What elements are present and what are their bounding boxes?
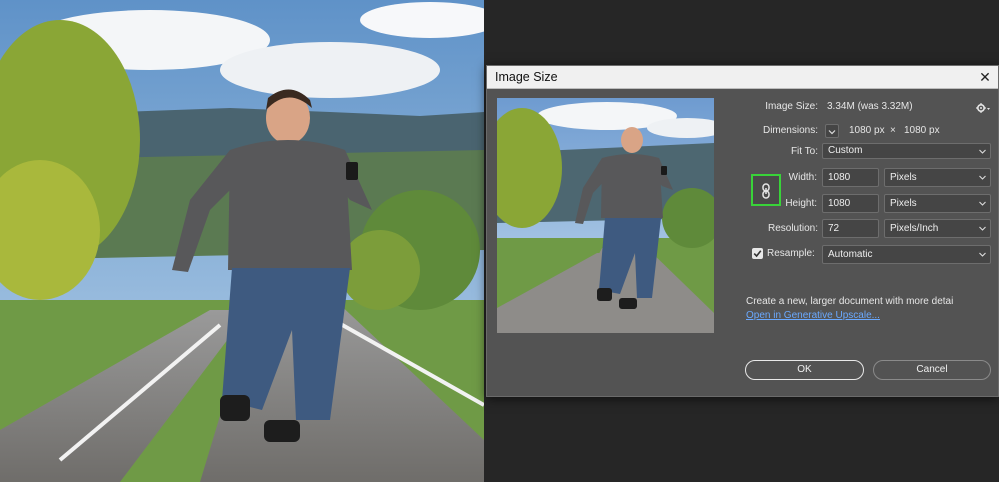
image-size-dialog: Image Size ✕ Image Size: 3.34M (was 3.32… (486, 65, 999, 397)
dimensions-separator: × (890, 125, 896, 136)
resample-label: Resample: (767, 248, 815, 259)
resample-checkbox[interactable] (752, 248, 763, 259)
resolution-unit-select[interactable]: Pixels/Inch (884, 219, 991, 238)
chain-link-icon (762, 183, 770, 199)
width-unit-select[interactable]: Pixels (884, 168, 991, 187)
checkmark-icon (753, 250, 762, 258)
image-size-value: 3.34M (was 3.32M) (827, 101, 913, 112)
dimensions-height: 1080 px (904, 125, 940, 136)
chevron-down-icon (979, 225, 986, 232)
chevron-down-icon (828, 130, 836, 135)
resample-method-select[interactable]: Automatic (822, 245, 991, 264)
gear-icon[interactable] (976, 101, 990, 113)
width-unit-value: Pixels (890, 172, 917, 183)
chevron-down-icon (979, 200, 986, 207)
chevron-down-icon (979, 148, 986, 155)
close-icon[interactable]: ✕ (976, 68, 994, 86)
fit-to-value: Custom (828, 145, 863, 156)
dialog-title: Image Size (495, 70, 558, 84)
document-canvas-photo (0, 0, 484, 482)
height-unit-value: Pixels (890, 198, 917, 209)
resolution-input[interactable]: 72 (822, 219, 879, 238)
image-preview[interactable] (497, 98, 714, 333)
cancel-button[interactable]: Cancel (873, 360, 991, 380)
resolution-label: Resolution: (767, 223, 818, 234)
height-label: Height: (785, 198, 817, 209)
chevron-down-icon (979, 174, 986, 181)
width-label: Width: (788, 172, 817, 183)
photoshop-workspace: Image Size ✕ Image Size: 3.34M (was 3.32… (0, 0, 999, 482)
height-input[interactable]: 1080 (822, 194, 879, 213)
dimensions-units-dropdown[interactable] (825, 124, 839, 138)
ok-button[interactable]: OK (745, 360, 864, 380)
width-input[interactable]: 1080 (822, 168, 879, 187)
resample-method-value: Automatic (828, 249, 873, 260)
generative-upscale-link[interactable]: Open in Generative Upscale... (746, 310, 880, 321)
dimensions-width: 1080 px (849, 125, 885, 136)
height-unit-select[interactable]: Pixels (884, 194, 991, 213)
fit-to-label: Fit To: (790, 146, 818, 157)
dialog-titlebar: Image Size ✕ (487, 66, 998, 89)
dimensions-label: Dimensions: (762, 125, 818, 136)
upscale-info-text: Create a new, larger document with more … (746, 296, 954, 307)
fit-to-select[interactable]: Custom (822, 143, 991, 159)
image-size-label: Image Size: (765, 101, 818, 112)
resolution-unit-value: Pixels/Inch (890, 223, 939, 234)
chevron-down-icon (979, 251, 986, 258)
